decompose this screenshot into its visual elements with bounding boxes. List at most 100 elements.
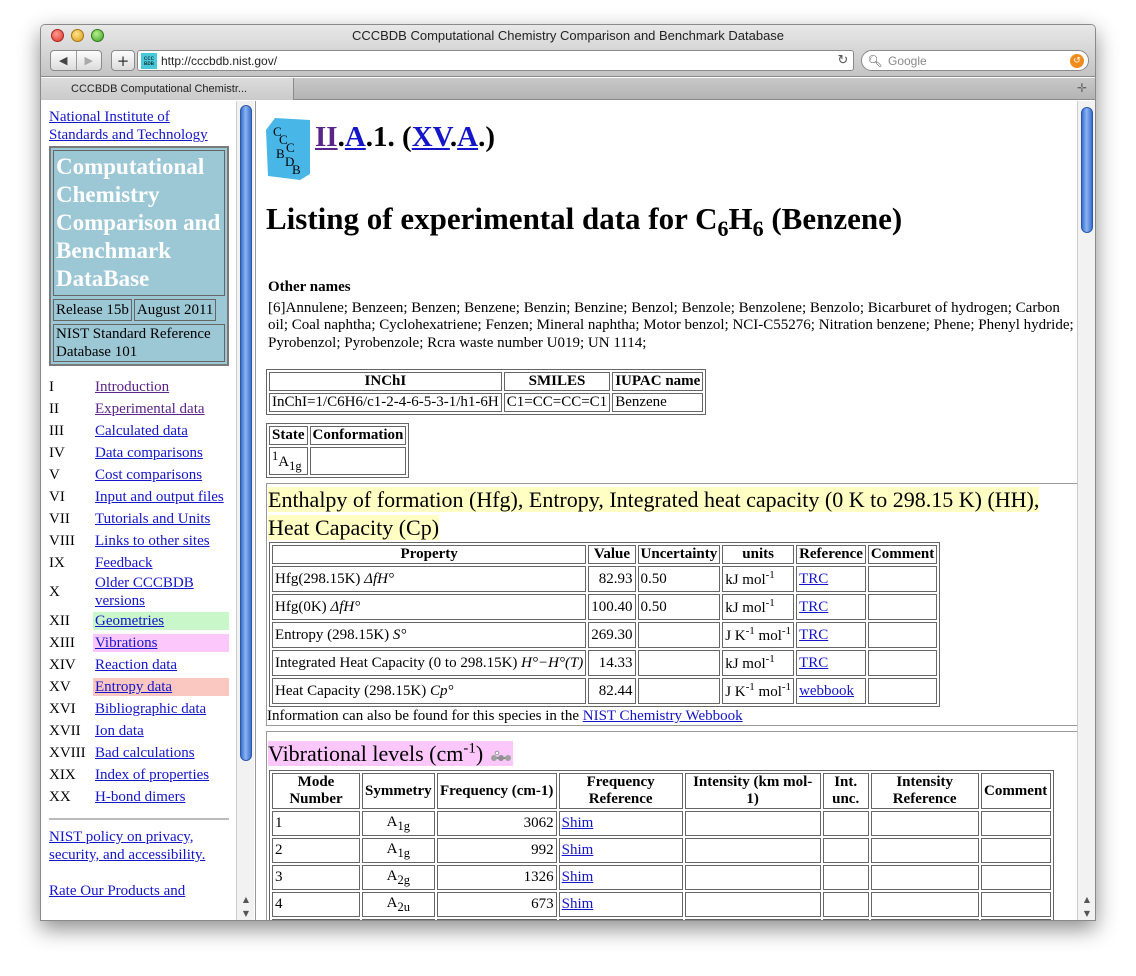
- menu-link[interactable]: Index of properties: [93, 766, 229, 784]
- scroll-up-arrow-icon[interactable]: ▲: [1078, 895, 1095, 909]
- menu-link[interactable]: Geometries: [93, 612, 229, 630]
- rate-products-link[interactable]: Rate Our Products and: [49, 882, 229, 900]
- symmetry-symbol: A: [386, 894, 398, 911]
- menu-row: XIX Index of properties: [49, 764, 229, 786]
- menu-link[interactable]: Reaction data: [93, 656, 229, 674]
- unit-exponent: -1: [745, 625, 755, 637]
- uncertainty-cell: [637, 678, 721, 704]
- table-header: INChI: [269, 372, 502, 391]
- menu-link[interactable]: Entropy data: [93, 678, 229, 696]
- nist-webbook-link[interactable]: NIST Chemistry Webbook: [583, 708, 743, 724]
- value-cell: 14.33: [588, 650, 636, 676]
- menu-link[interactable]: Bibliographic data: [93, 700, 229, 718]
- main-scroll-thumb[interactable]: [1081, 107, 1093, 233]
- property-name: Integrated Heat Capacity (0 to 298.15K): [275, 654, 518, 671]
- menu-link[interactable]: Experimental data: [93, 400, 229, 418]
- crumb-text: .1. (: [365, 121, 412, 153]
- menu-link[interactable]: Introduction: [93, 378, 229, 396]
- menu-link[interactable]: Ion data: [93, 722, 229, 740]
- crumb-link-xv[interactable]: XV: [412, 121, 450, 153]
- search-field[interactable]: 🔍︎ Google ↺: [861, 50, 1089, 71]
- menu-link[interactable]: Cost comparisons: [93, 466, 229, 484]
- back-button[interactable]: ◀: [51, 51, 76, 70]
- menu-row: VII Tutorials and Units: [49, 508, 229, 530]
- empty-cell: [822, 838, 869, 864]
- cccbdb-logo-icon[interactable]: C C C B D B: [266, 116, 310, 180]
- mode-number: 5: [272, 919, 360, 920]
- menu-link[interactable]: Bad calculations: [93, 744, 229, 762]
- table-header: Comment: [867, 545, 938, 564]
- left-scroll-thumb[interactable]: [240, 105, 252, 761]
- empty-cell: [684, 811, 821, 837]
- menu-link[interactable]: Tutorials and Units: [93, 510, 229, 528]
- menu-link[interactable]: Vibrations: [93, 634, 229, 652]
- symmetry-cell: A2u: [362, 892, 435, 918]
- frequency-reference-link[interactable]: Shim: [562, 869, 594, 885]
- frequency-reference-link[interactable]: Shim: [562, 815, 594, 831]
- reference-link[interactable]: TRC: [799, 571, 828, 587]
- symmetry-cell: A1g: [362, 811, 435, 837]
- release-number: Release 15b: [53, 299, 132, 321]
- scroll-down-arrow-icon[interactable]: ▼: [1078, 909, 1095, 920]
- left-navigation-frame: National Institute of Standards and Tech…: [41, 101, 256, 920]
- thermo-table: Property Value Uncertainty units Reference Co…: [269, 542, 941, 707]
- table-header: units: [722, 545, 795, 564]
- property-cell: Integrated Heat Capacity (0 to 298.15K) …: [272, 650, 587, 676]
- address-bar[interactable]: CCC BDB http://cccbdb.nist.gov/ ↻: [137, 50, 854, 71]
- reference-link[interactable]: TRC: [799, 655, 828, 671]
- menu-number: V: [49, 466, 60, 483]
- menu-link[interactable]: Links to other sites: [93, 532, 229, 550]
- crumb-link-a[interactable]: A: [345, 121, 366, 153]
- vibration-molecule-icon[interactable]: [489, 749, 513, 763]
- menu-row: XVIII Bad calculations: [49, 742, 229, 764]
- empty-cell: [980, 838, 1051, 864]
- reference-link[interactable]: webbook: [799, 683, 854, 699]
- frequency-cell: 3062: [436, 811, 557, 837]
- crumb-link-ii[interactable]: II: [315, 121, 338, 153]
- menu-link[interactable]: Data comparisons: [93, 444, 229, 462]
- reference-link[interactable]: TRC: [799, 599, 828, 615]
- menu-link[interactable]: Calculated data: [93, 422, 229, 440]
- menu-row: VIII Links to other sites: [49, 530, 229, 552]
- menu-link[interactable]: Feedback: [93, 554, 229, 572]
- add-bookmark-button[interactable]: +: [111, 50, 135, 71]
- tab-cccbdb[interactable]: CCCBDB Computational Chemistr...: [41, 78, 294, 100]
- crumb-link-xva[interactable]: A: [457, 121, 478, 153]
- crumb-sep: .: [337, 121, 345, 153]
- empty-cell: [822, 865, 869, 891]
- units-cell: kJ mol-1: [722, 594, 795, 620]
- symmetry-sub: 2g: [397, 872, 411, 887]
- menu-row: VI Input and output files: [49, 486, 229, 508]
- privacy-policy-link[interactable]: NIST policy on privacy, security, and ac…: [49, 828, 229, 864]
- menu-link[interactable]: Older CCCBDB versions: [93, 574, 229, 610]
- table-header: Symmetry: [362, 773, 435, 810]
- left-frame-scrollbar[interactable]: ▲ ▼: [236, 101, 255, 920]
- frequency-reference-link[interactable]: Shim: [562, 842, 594, 858]
- menu-link[interactable]: Input and output files: [93, 488, 229, 506]
- forward-button[interactable]: ▶: [75, 51, 102, 70]
- nist-home-link[interactable]: National Institute of Standards and Tech…: [49, 108, 229, 144]
- inchi-value: InChI=1/C6H6/c1-2-4-6-5-3-1/h1-6H: [269, 393, 502, 412]
- menu-number: X: [49, 583, 60, 600]
- window-title: CCCBDB Computational Chemistry Compariso…: [351, 28, 785, 43]
- reload-icon[interactable]: ↻: [833, 53, 853, 68]
- main-frame-scrollbar[interactable]: ▲ ▼: [1077, 101, 1095, 920]
- reference-cell: TRC: [796, 650, 866, 676]
- search-go-icon[interactable]: ↺: [1070, 53, 1084, 68]
- empty-cell: [684, 892, 821, 918]
- cccbdb-title[interactable]: Computational Chemistry Comparison and B…: [53, 150, 225, 296]
- empty-cell: [980, 811, 1051, 837]
- comment-cell: [867, 650, 938, 676]
- frequency-reference-link[interactable]: Shim: [562, 896, 594, 912]
- scroll-up-arrow-icon[interactable]: ▲: [237, 895, 255, 909]
- new-tab-icon[interactable]: ✛: [1077, 81, 1087, 95]
- unit-exponent: -1: [781, 625, 792, 637]
- scroll-down-arrow-icon[interactable]: ▼: [237, 909, 255, 920]
- url-text[interactable]: http://cccbdb.nist.gov/: [161, 54, 833, 68]
- menu-number: VIII: [49, 532, 75, 549]
- frequency-cell: 673: [436, 892, 557, 918]
- other-names-list: [6]Annulene; Benzeen; Benzen; Benzene; B…: [268, 299, 1074, 351]
- table-header: State: [269, 426, 308, 445]
- menu-link[interactable]: H-bond dimers: [93, 788, 229, 806]
- reference-link[interactable]: TRC: [799, 627, 828, 643]
